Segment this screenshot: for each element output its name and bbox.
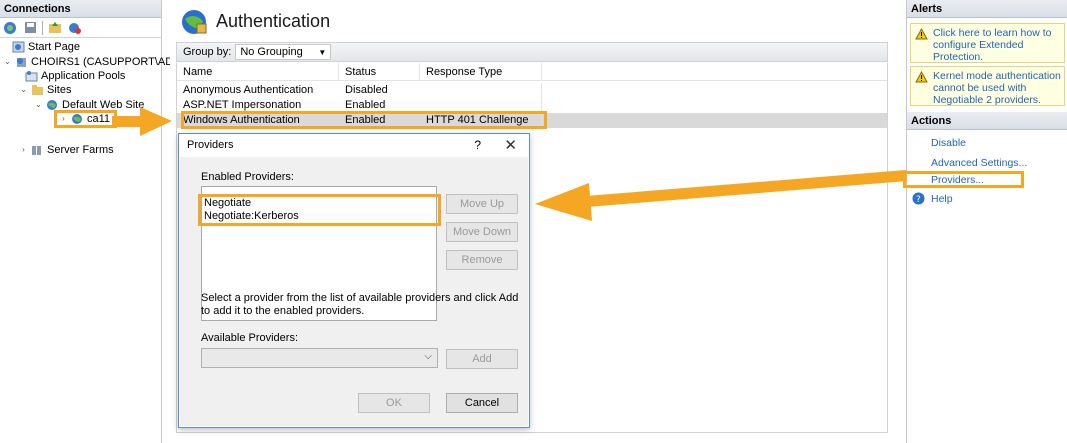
dialog-title: Providers: [187, 139, 234, 151]
close-icon[interactable]: ✕: [504, 136, 517, 154]
advanced-settings-link[interactable]: Advanced Settings...: [931, 157, 1027, 169]
tree-application-pools[interactable]: Application Pools: [25, 69, 125, 83]
tree-server[interactable]: ⌄ CHOIRS1 (CASUPPORT\ADMI: [3, 55, 185, 69]
alerts-header: Alerts: [907, 0, 1067, 18]
svg-text:?: ?: [916, 195, 921, 205]
column-header-status[interactable]: Status: [339, 62, 420, 81]
alert-line: configure Extended: [933, 39, 1024, 51]
toolbar-separator: [42, 20, 43, 35]
start-page-icon: [12, 41, 25, 53]
alert-line: cannot be used with: [933, 82, 1027, 94]
dialog-body: Enabled Providers: Negotiate Negotiate:K…: [180, 157, 528, 426]
available-providers-label: Available Providers:: [201, 332, 299, 344]
column-header-name[interactable]: Name: [177, 62, 339, 81]
collapse-chevron-icon[interactable]: ⌄: [3, 55, 12, 69]
application-pools-icon: [25, 70, 38, 82]
tree-label: Application Pools: [41, 70, 126, 82]
actions-header: Actions: [907, 112, 1067, 130]
alert-line: Negotiable 2 providers.: [933, 94, 1041, 106]
authentication-globe-icon: [180, 8, 208, 39]
ok-button[interactable]: OK: [358, 393, 430, 413]
alert-extended-protection[interactable]: Click here to learn how to configure Ext…: [910, 23, 1065, 63]
disable-link[interactable]: Disable: [931, 137, 966, 149]
disconnect-icon[interactable]: [67, 20, 83, 36]
dropdown-arrow-icon: ▼: [318, 47, 327, 57]
tree-label: ca11: [87, 113, 111, 125]
collapse-chevron-icon[interactable]: ⌄: [34, 98, 43, 112]
page-title: Authentication: [216, 11, 331, 31]
connections-header: Connections: [0, 0, 161, 18]
tree-label: Server Farms: [47, 144, 114, 156]
tree-server-farms[interactable]: › Server Farms: [19, 143, 114, 157]
warning-icon: [915, 70, 928, 83]
help-icon: ?: [912, 192, 925, 208]
tree-start-page[interactable]: Start Page: [12, 40, 80, 54]
help-link[interactable]: Help: [931, 193, 953, 205]
cell-name: Windows Authentication: [183, 114, 300, 126]
instructions-line-1: Select a provider from the list of avail…: [201, 292, 519, 304]
tree-sites[interactable]: ⌄ Sites: [19, 83, 71, 97]
group-by-label: Group by:: [183, 46, 232, 58]
web-app-icon: [71, 113, 84, 125]
column-header-response-type[interactable]: Response Type: [420, 62, 542, 81]
expand-chevron-icon[interactable]: ›: [19, 143, 28, 157]
cell-name: ASP.NET Impersonation: [183, 99, 302, 111]
table-row-selected[interactable]: Windows Authentication Enabled HTTP 401 …: [177, 113, 887, 128]
server-farms-icon: [31, 144, 44, 156]
group-by-bar: Group by: No Grouping ▼: [176, 42, 888, 62]
sites-folder-icon: [31, 84, 44, 96]
cell-response: [420, 83, 542, 98]
up-folder-icon[interactable]: [47, 20, 63, 36]
list-highlight-box: [198, 194, 441, 226]
add-button[interactable]: Add: [446, 349, 518, 369]
cell-status: Disabled: [345, 84, 388, 96]
move-up-button[interactable]: Move Up: [446, 194, 518, 214]
move-down-button[interactable]: Move Down: [446, 222, 518, 242]
collapse-chevron-icon[interactable]: ⌄: [19, 83, 28, 97]
cell-response: [420, 98, 542, 113]
instructions-line-2: to add it to the enabled providers.: [201, 305, 365, 317]
alert-line: Click here to learn how to: [933, 27, 1052, 39]
cell-status: Enabled: [345, 99, 386, 111]
save-icon[interactable]: [22, 20, 38, 36]
remove-button[interactable]: Remove: [446, 250, 518, 270]
connections-pane: Connections Start Page ⌄ CHOIRS1 (CASUPP…: [0, 0, 185, 443]
alert-kernel-mode[interactable]: Kernel mode authentication cannot be use…: [910, 66, 1065, 106]
providers-highlight-box: [903, 171, 1024, 188]
connections-toolbar: [0, 18, 161, 38]
tree-label: Sites: [47, 84, 72, 96]
cell-response: HTTP 401 Challenge: [420, 113, 542, 128]
table-row[interactable]: ASP.NET Impersonation Enabled: [177, 98, 887, 113]
connect-icon[interactable]: [2, 20, 18, 36]
tree-label: CHOIRS1 (CASUPPORT\ADMI: [31, 56, 186, 68]
tree-label: Start Page: [28, 41, 80, 53]
server-icon: [15, 56, 28, 68]
cell-name: Anonymous Authentication: [183, 84, 314, 96]
dialog-titlebar: Providers ? ✕: [179, 134, 529, 156]
alert-line: Kernel mode authentication: [933, 70, 1061, 82]
expand-chevron-icon[interactable]: ›: [59, 112, 68, 126]
group-by-select[interactable]: No Grouping ▼: [235, 44, 332, 60]
cell-status: Enabled: [345, 114, 386, 126]
enabled-providers-label: Enabled Providers:: [201, 171, 294, 183]
grid-header: Name Status Response Type: [177, 62, 887, 81]
cancel-button[interactable]: Cancel: [446, 393, 518, 413]
group-by-value: No Grouping: [240, 46, 303, 58]
available-providers-combo[interactable]: ⌵: [201, 348, 438, 368]
warning-icon: [915, 27, 928, 40]
alert-line: Protection.: [933, 51, 984, 63]
help-icon[interactable]: ?: [474, 138, 481, 152]
tree-site-ca11[interactable]: › ca11: [54, 110, 118, 128]
providers-dialog: Providers ? ✕ Enabled Providers: Negotia…: [178, 133, 530, 428]
actions-pane: Alerts Click here to learn how to config…: [903, 0, 1067, 443]
table-row[interactable]: Anonymous Authentication Disabled: [177, 83, 887, 98]
chevron-down-icon: ⌵: [424, 351, 432, 362]
